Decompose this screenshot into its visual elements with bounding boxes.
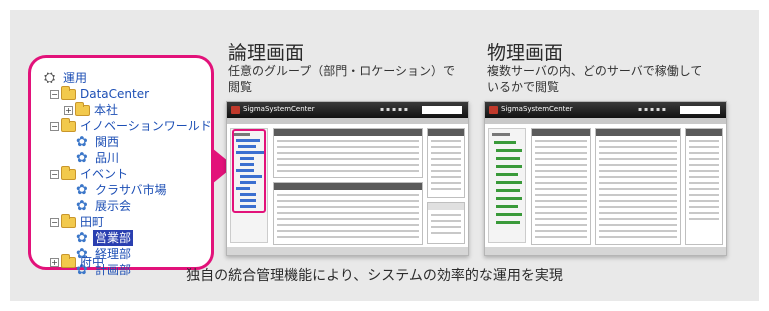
tree-item-label: クラサバ市場 [95,183,167,197]
tree-item-innovation-world[interactable]: − イノベーションワールド [50,117,214,134]
server-info-box [531,128,591,245]
logical-desc-line1: 任意のグループ（部門・ロケーション）で [228,64,456,78]
collapse-icon[interactable]: − [50,121,59,131]
group-gear-icon: ✿ [76,182,88,198]
tree-root[interactable]: ⛭ 運用 [44,70,89,86]
app-logo [231,106,240,114]
side-tree [488,128,526,243]
app-logo [489,106,498,114]
tree-item-kansai[interactable]: ✿ 関西 [76,134,121,150]
tree-item-label: 田町 [80,215,105,229]
tree-item-tenjikai[interactable]: ✿ 展示会 [76,198,133,214]
tree-item-honsha[interactable]: + 本社 [64,101,120,118]
header-menu: ▪ ▪ ▪ ▪ ▪ [638,106,666,113]
header-search [422,106,462,114]
tree-item-shinagawa[interactable]: ✿ 品川 [76,150,121,166]
tree-item-label: 展示会 [95,199,132,213]
tree-item-event[interactable]: − イベント [50,165,130,182]
tree-item-label: 本社 [94,103,119,117]
host-list-box [273,182,423,245]
tree-item-label-selected: 営業部 [93,230,134,246]
action-box [427,202,465,244]
tree-item-label: イベント [80,167,129,181]
tree-item-label: 品川 [95,151,120,165]
group-gear-icon: ✿ [76,198,88,214]
folder-icon [75,101,90,116]
side-tree [230,128,268,243]
tree-item-datacenter[interactable]: − DataCenter [50,85,151,102]
app-name: SigmaSystemCenter [501,105,573,113]
folder-icon [61,85,76,100]
expand-icon[interactable]: + [64,105,73,115]
tree-item-label: イノベーションワールド [80,119,212,133]
group-info-box [273,128,423,178]
collapse-icon[interactable]: − [50,217,59,227]
tree-item-label: DataCenter [80,87,150,101]
group-gear-icon: ✿ [76,150,88,166]
app-header: SigmaSystemCenter ▪ ▪ ▪ ▪ ▪ [227,102,468,118]
network-icon: ⛭ [44,70,56,86]
operation-menu-box [427,128,465,198]
logical-screenshot: SigmaSystemCenter ▪ ▪ ▪ ▪ ▪ [226,101,469,256]
physical-screenshot: SigmaSystemCenter ▪ ▪ ▪ ▪ ▪ [484,101,727,256]
logical-title: 論理画面 [228,42,305,64]
tree-item-tamachi[interactable]: − 田町 [50,213,106,230]
machine-detail-box [595,128,681,245]
app-header: SigmaSystemCenter ▪ ▪ ▪ ▪ ▪ [485,102,726,118]
header-search [680,106,720,114]
collapse-icon[interactable]: − [50,89,59,99]
tree-item-kurasaba[interactable]: ✿ クラサバ市場 [76,182,169,198]
header-menu: ▪ ▪ ▪ ▪ ▪ [380,106,408,113]
app-name: SigmaSystemCenter [243,105,315,113]
tree-item-eigyobu[interactable]: ✿ 営業部 [76,230,134,246]
tree-root-label: 運用 [63,71,88,85]
bottom-caption: 独自の統合管理機能により、システムの効率的な運用を実現 [186,268,563,284]
physical-title: 物理画面 [487,42,564,64]
logical-desc-line2: 閲覧 [228,80,253,94]
app-footer [227,247,468,255]
collapse-icon[interactable]: − [50,169,59,179]
group-gear-icon: ✿ [76,134,88,150]
operation-menu-box [685,128,723,245]
tree-item-label: 関西 [95,135,120,149]
physical-desc-line2: いるかで閲覧 [487,80,560,94]
sub-toolbar [485,118,726,124]
selection-highlight [232,129,266,213]
physical-desc-line1: 複数サーバの内、どのサーバで稼働して [487,64,703,78]
sub-toolbar [227,118,468,124]
folder-icon [61,117,76,132]
app-footer [485,247,726,255]
folder-icon [61,165,76,180]
group-gear-icon: ✿ [76,230,88,246]
folder-icon [61,213,76,228]
